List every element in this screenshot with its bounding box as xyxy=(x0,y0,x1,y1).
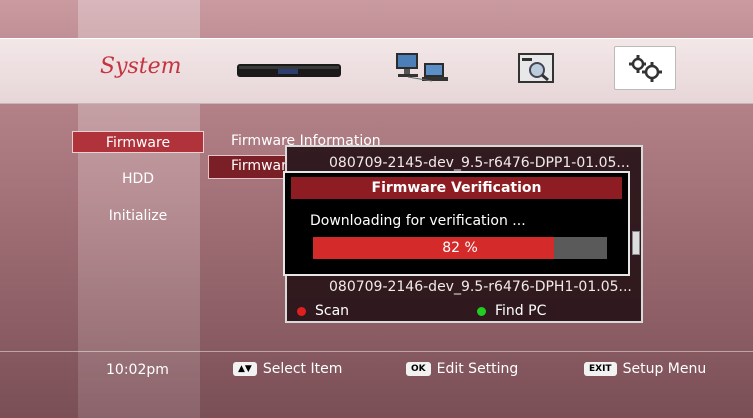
progress-percent: 82 % xyxy=(442,240,478,256)
page-title: System xyxy=(100,54,182,79)
hint-edit-setting: OK Edit Setting xyxy=(406,359,518,379)
list-scrollbar[interactable] xyxy=(632,231,640,255)
find-pc-button[interactable]: Find PC xyxy=(495,303,546,319)
network-icon[interactable] xyxy=(392,49,452,87)
clock: 10:02pm xyxy=(106,362,169,378)
dialog-title: Firmware Verification xyxy=(291,177,622,199)
settings-gears-icon xyxy=(629,55,662,82)
submenu-firmware-update[interactable]: Firmwar xyxy=(231,158,287,174)
dialog-message: Downloading for verification ... xyxy=(310,213,526,229)
progress-bar: 82 % xyxy=(313,237,607,259)
menu-item-hdd[interactable]: HDD xyxy=(72,168,204,190)
ok-key-icon: OK xyxy=(406,362,431,376)
hint-setup-menu: EXIT Setup Menu xyxy=(584,359,706,379)
firmware-list-row[interactable]: 080709-2146-dev_9.5-r6476-DPH1-01.05... xyxy=(329,279,632,295)
settings-tab-box[interactable] xyxy=(614,46,676,90)
firmware-verification-dialog: Firmware Verification Downloading for ve… xyxy=(283,171,630,276)
red-button-icon xyxy=(297,307,306,316)
hint-select-item: ▲▼ Select Item xyxy=(233,359,342,379)
hint-label: Select Item xyxy=(262,361,343,377)
info-card-icon[interactable] xyxy=(516,49,558,87)
menu-item-initialize[interactable]: Initialize xyxy=(72,205,204,227)
set-top-box-icon[interactable] xyxy=(236,60,342,80)
firmware-list-row[interactable]: 080709-2145-dev_9.5-r6476-DPP1-01.05... xyxy=(329,155,630,171)
scan-button[interactable]: Scan xyxy=(315,303,349,319)
green-button-icon xyxy=(477,307,486,316)
menu-item-firmware[interactable]: Firmware xyxy=(72,131,204,153)
hint-label: Edit Setting xyxy=(436,361,519,377)
exit-key-icon: EXIT xyxy=(584,362,617,376)
footer-divider xyxy=(0,351,753,352)
up-down-key-icon: ▲▼ xyxy=(233,362,257,376)
hint-label: Setup Menu xyxy=(622,361,707,377)
